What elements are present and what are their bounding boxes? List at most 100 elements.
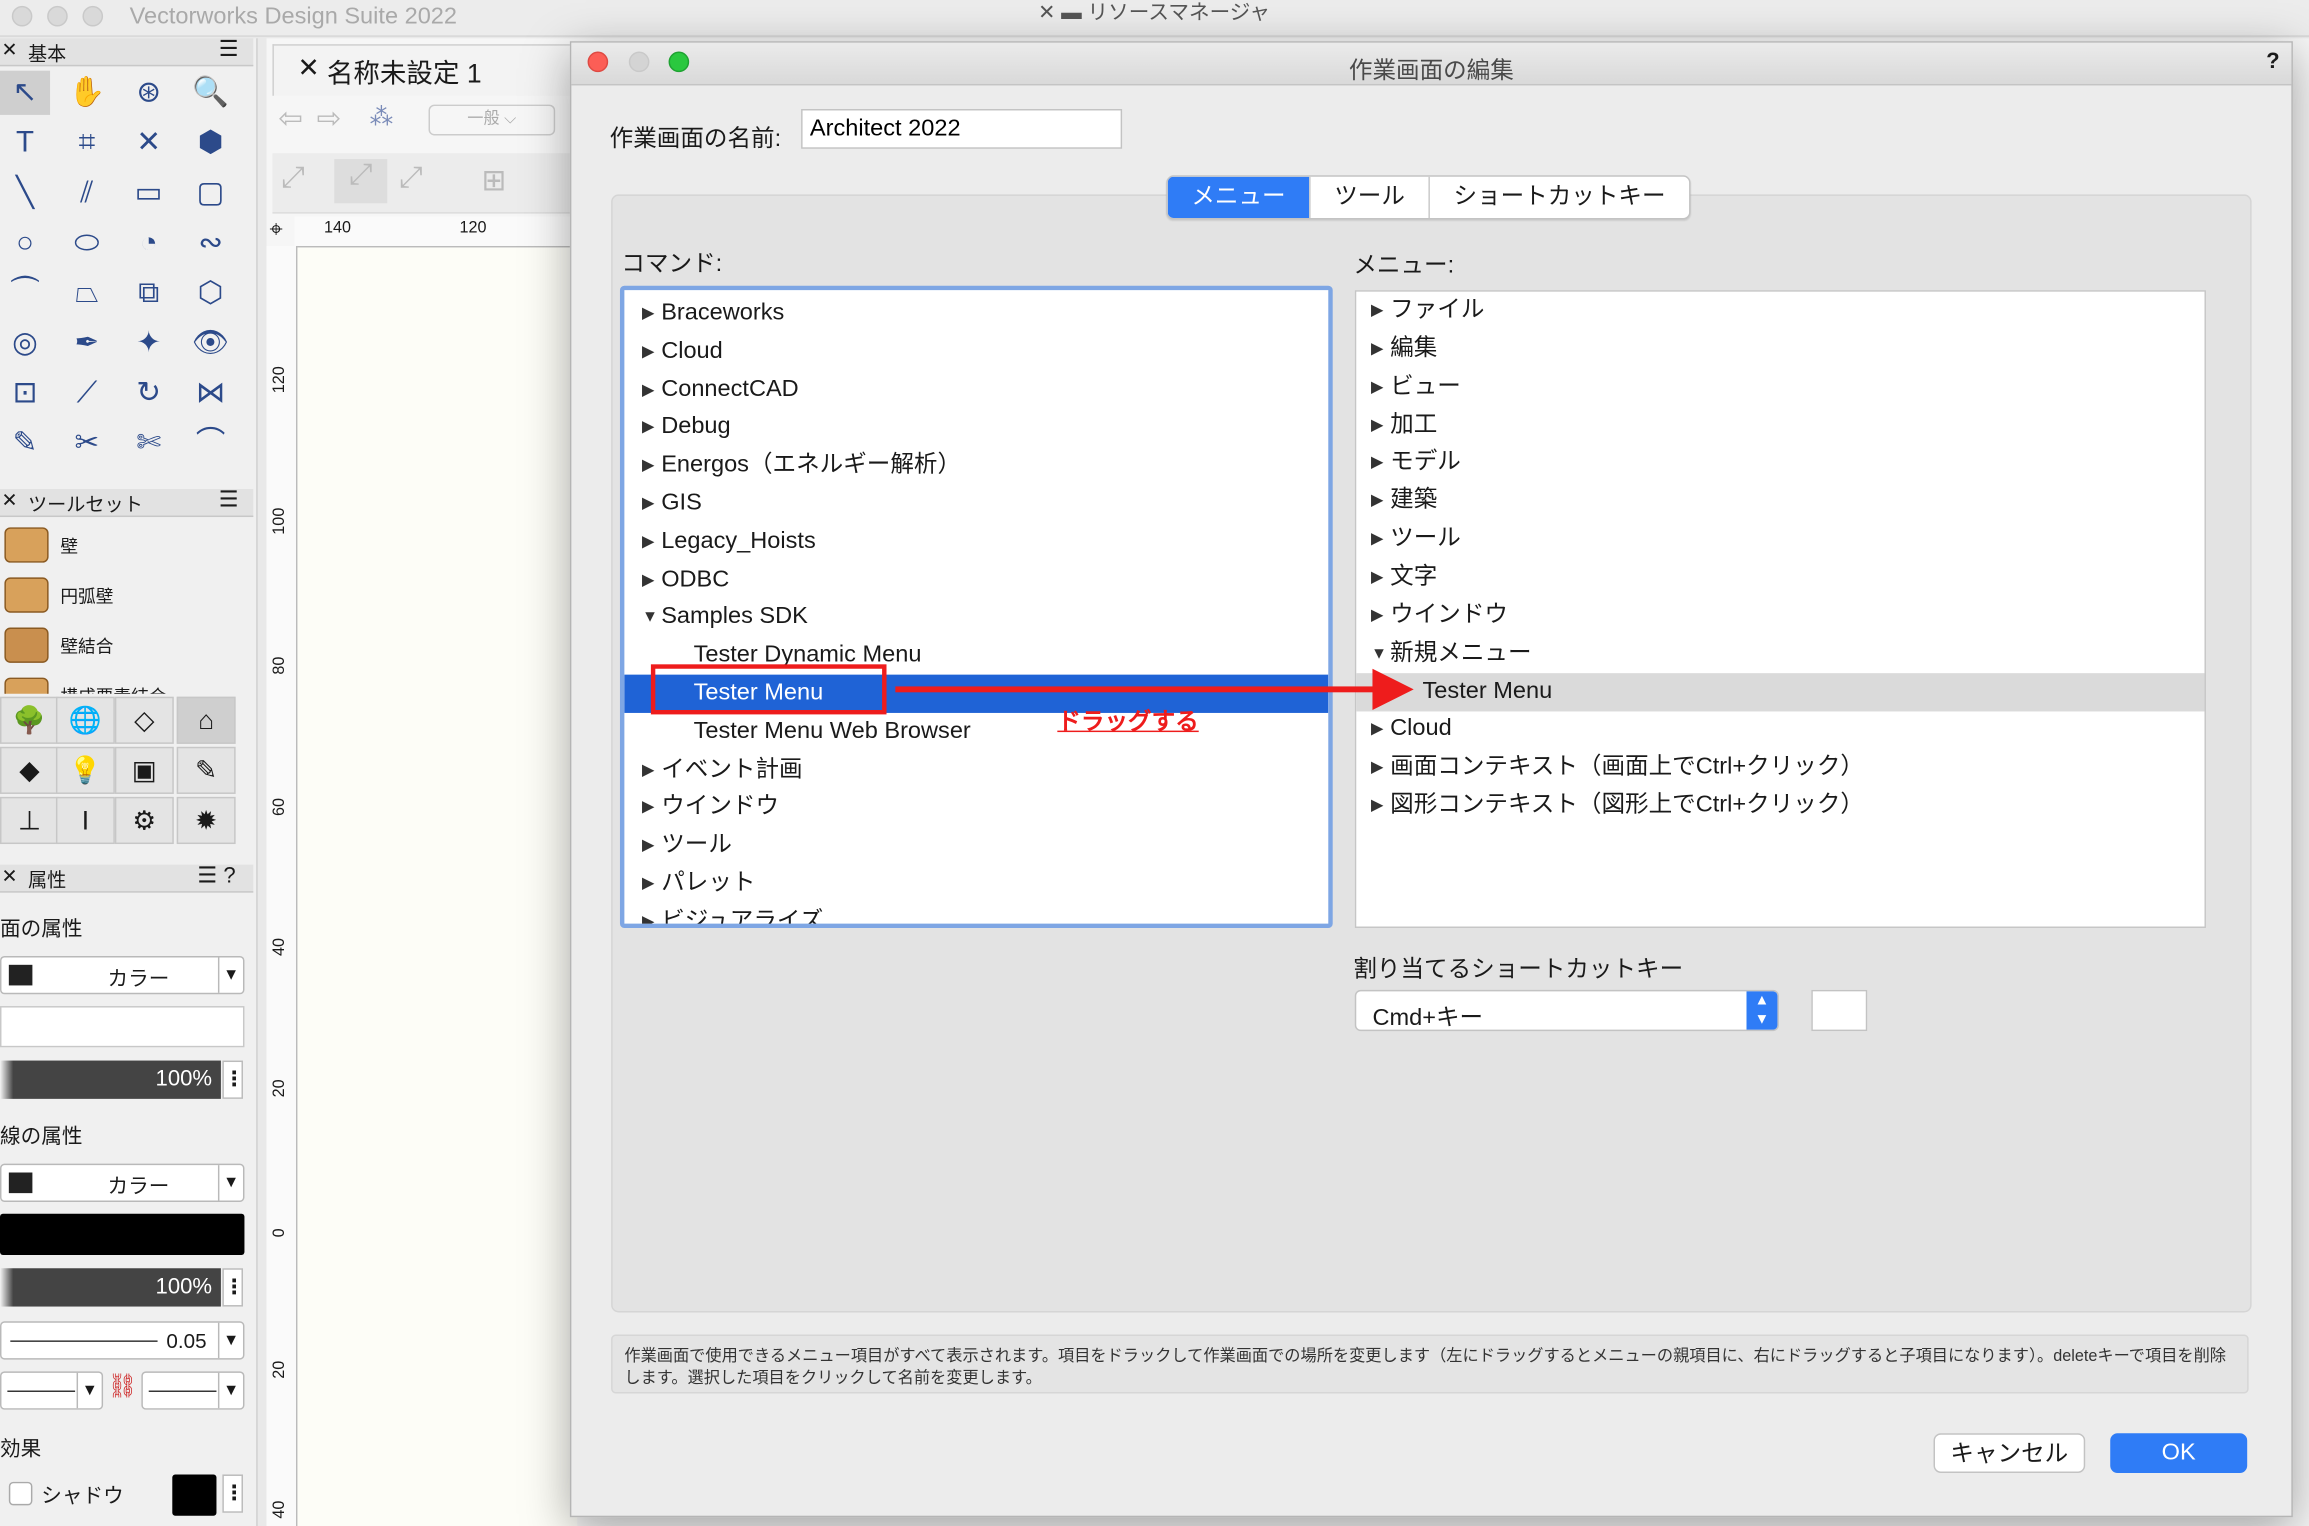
disclosure-right-icon[interactable]: ▶ <box>642 865 654 903</box>
more-icon[interactable]: ⋮ <box>222 1268 244 1307</box>
toolset-item-wall[interactable]: 壁 <box>0 520 253 569</box>
disclosure-right-icon[interactable]: ▶ <box>1371 710 1383 748</box>
shapes-icon[interactable]: ◆ <box>0 746 59 794</box>
menu-item[interactable]: ▶ 編集 <box>1356 330 2204 368</box>
toolset-item-round-wall[interactable]: 円弧壁 <box>0 570 253 619</box>
align-icon[interactable]: ⊞ <box>482 162 507 199</box>
disclosure-right-icon[interactable]: ▶ <box>642 409 654 447</box>
more-icon[interactable]: ⋮ <box>222 1474 244 1513</box>
start-marker-dropdown[interactable]: ▼ <box>0 1371 104 1410</box>
workspace-name-input[interactable] <box>801 109 1123 149</box>
disclosure-right-icon[interactable]: ▶ <box>1371 520 1383 558</box>
line-weight-dropdown[interactable]: 0.05 ▼ <box>0 1321 245 1360</box>
command-item[interactable]: ▶ Debug <box>624 409 1328 447</box>
command-item[interactable]: ▶ ツール <box>624 827 1328 865</box>
disclosure-right-icon[interactable]: ▶ <box>642 903 654 924</box>
disclosure-right-icon[interactable]: ▶ <box>642 371 654 409</box>
close-icon[interactable]: ✕ <box>297 53 319 84</box>
shadow-color-well[interactable] <box>172 1474 217 1516</box>
menu-item[interactable]: Tester Menu <box>1356 672 2205 711</box>
reshape-icon[interactable]: ⟋ <box>62 371 112 415</box>
mirror-icon[interactable]: ⋈ <box>186 371 236 415</box>
pen-icon[interactable]: ✎ <box>0 421 50 465</box>
building-icon[interactable]: ⌂ <box>176 696 236 744</box>
disclosure-right-icon[interactable]: ▶ <box>642 789 654 827</box>
close-icon[interactable]: ✕ <box>1 865 17 889</box>
menu-item[interactable]: ▼ 新規メニュー <box>1356 634 2204 672</box>
disclosure-right-icon[interactable]: ▶ <box>1371 596 1383 634</box>
oval-icon[interactable]: ⬭ <box>62 221 112 265</box>
menu-icon[interactable]: ☰ <box>219 35 239 62</box>
command-item[interactable]: ▶ ウインドウ <box>624 789 1328 827</box>
text-icon[interactable]: T <box>0 121 50 165</box>
class-dropdown[interactable]: 一般 ⌵ <box>428 104 556 136</box>
regular-polygon-icon[interactable]: ⬡ <box>186 271 236 315</box>
zoom-icon[interactable]: 🔍 <box>186 71 236 115</box>
light-icon[interactable]: 💡 <box>55 746 115 794</box>
toolset-item-wall-join[interactable]: 壁結合 <box>0 620 253 669</box>
fill-color-well[interactable] <box>0 1006 245 1048</box>
eyedropper-icon[interactable]: ✒ <box>62 321 112 365</box>
menu-item[interactable]: ▶ 加工 <box>1356 406 2204 444</box>
disclosure-right-icon[interactable]: ▶ <box>642 827 654 865</box>
menu-item[interactable]: ▶ 図形コンテキスト（図形上でCtrl+クリック） <box>1356 787 2204 825</box>
help-button[interactable]: ? <box>2266 49 2280 74</box>
flyover-icon[interactable]: ⊛ <box>124 71 174 115</box>
snap-alt-icon[interactable]: ⤢ <box>399 162 423 196</box>
rectangle-icon[interactable]: ▭ <box>124 171 174 215</box>
command-item[interactable]: ▶ ビジュアライズ <box>624 903 1328 924</box>
3d-locus-icon[interactable]: ⬢ <box>186 121 236 165</box>
command-item[interactable]: ▶ Legacy_Hoists <box>624 523 1328 561</box>
spiral-icon[interactable]: ◎ <box>0 321 50 365</box>
gear-icon[interactable]: ✹ <box>176 796 236 845</box>
menu-item[interactable]: ▶ ファイル <box>1356 292 2204 330</box>
trim-icon[interactable]: ⊡ <box>0 371 50 415</box>
zoom-window-button[interactable] <box>82 5 104 27</box>
rotate-icon[interactable]: ↻ <box>124 371 174 415</box>
disclosure-right-icon[interactable]: ▶ <box>642 447 654 485</box>
disclosure-right-icon[interactable]: ▶ <box>1371 444 1383 482</box>
disclosure-right-icon[interactable]: ▶ <box>642 523 654 561</box>
end-marker-dropdown[interactable]: ▼ <box>141 1371 245 1410</box>
close-icon[interactable]: ✕ <box>1 489 17 513</box>
disclosure-down-icon[interactable]: ▼ <box>642 599 658 637</box>
close-window-button[interactable] <box>11 5 33 27</box>
locus-icon[interactable]: ✕ <box>124 121 174 165</box>
line-opacity-slider[interactable]: 100% <box>0 1268 221 1307</box>
menu-item[interactable]: ▶ 建築 <box>1356 482 2204 520</box>
disclosure-right-icon[interactable]: ▶ <box>642 561 654 599</box>
network-icon[interactable]: ⁂ <box>370 103 394 132</box>
command-item[interactable]: Tester Menu Web Browser <box>624 713 1328 751</box>
command-item[interactable]: ▶ Energos（エネルギー解析） <box>624 447 1328 485</box>
menus-list[interactable]: ▶ ファイル ▶ 編集 ▶ ビュー ▶ 加工 ▶ モデル ▶ 建築 ▶ ツール ▶ 文字 ▶ ウインドウ ▼ 新規メニ… <box>1354 290 2206 928</box>
forward-icon[interactable]: ⇨ <box>317 100 342 137</box>
close-icon[interactable]: ✕ <box>1 38 17 62</box>
toolset-item-component-join[interactable]: 構成要素結合 <box>0 670 253 694</box>
menu-item[interactable]: ▶ 文字 <box>1356 558 2204 596</box>
ok-button[interactable]: OK <box>2110 1433 2248 1473</box>
line-icon[interactable]: ╲ <box>0 171 50 215</box>
command-item[interactable]: ▶ イベント計画 <box>624 751 1328 789</box>
disclosure-right-icon[interactable]: ▶ <box>1371 406 1383 444</box>
rounded-rect-icon[interactable]: ▢ <box>186 171 236 215</box>
shortcut-modifier-select[interactable]: Cmd+キー ▲ ▼ <box>1354 989 1779 1032</box>
arc-icon[interactable]: ◔ <box>124 221 174 265</box>
visibility-icon[interactable]: 👁 <box>186 321 236 365</box>
disclosure-down-icon[interactable]: ▼ <box>1371 634 1387 672</box>
disclosure-right-icon[interactable]: ▶ <box>1371 749 1383 787</box>
shadow-checkbox[interactable] <box>8 1481 33 1506</box>
pencil-icon[interactable]: ✎ <box>176 746 236 794</box>
disclosure-right-icon[interactable]: ▶ <box>1371 558 1383 596</box>
scissors-icon[interactable]: ✄ <box>124 421 174 465</box>
globe-icon[interactable]: 🌐 <box>55 696 115 744</box>
command-item[interactable]: ▶ GIS <box>624 485 1328 523</box>
double-polygon-icon[interactable]: ⧉ <box>124 271 174 315</box>
circle-icon[interactable]: ○ <box>0 221 50 265</box>
pipe-icon[interactable]: ⊥ <box>0 796 59 845</box>
menu-item[interactable]: ▶ ウインドウ <box>1356 596 2204 634</box>
command-item[interactable]: ▶ ConnectCAD <box>624 371 1328 409</box>
disclosure-right-icon[interactable]: ▶ <box>1371 482 1383 520</box>
command-item[interactable]: ▼ Samples SDK <box>624 599 1328 637</box>
double-line-icon[interactable]: ⫽ <box>62 171 112 215</box>
line-style-dropdown[interactable]: カラー ▼ <box>0 1163 245 1202</box>
